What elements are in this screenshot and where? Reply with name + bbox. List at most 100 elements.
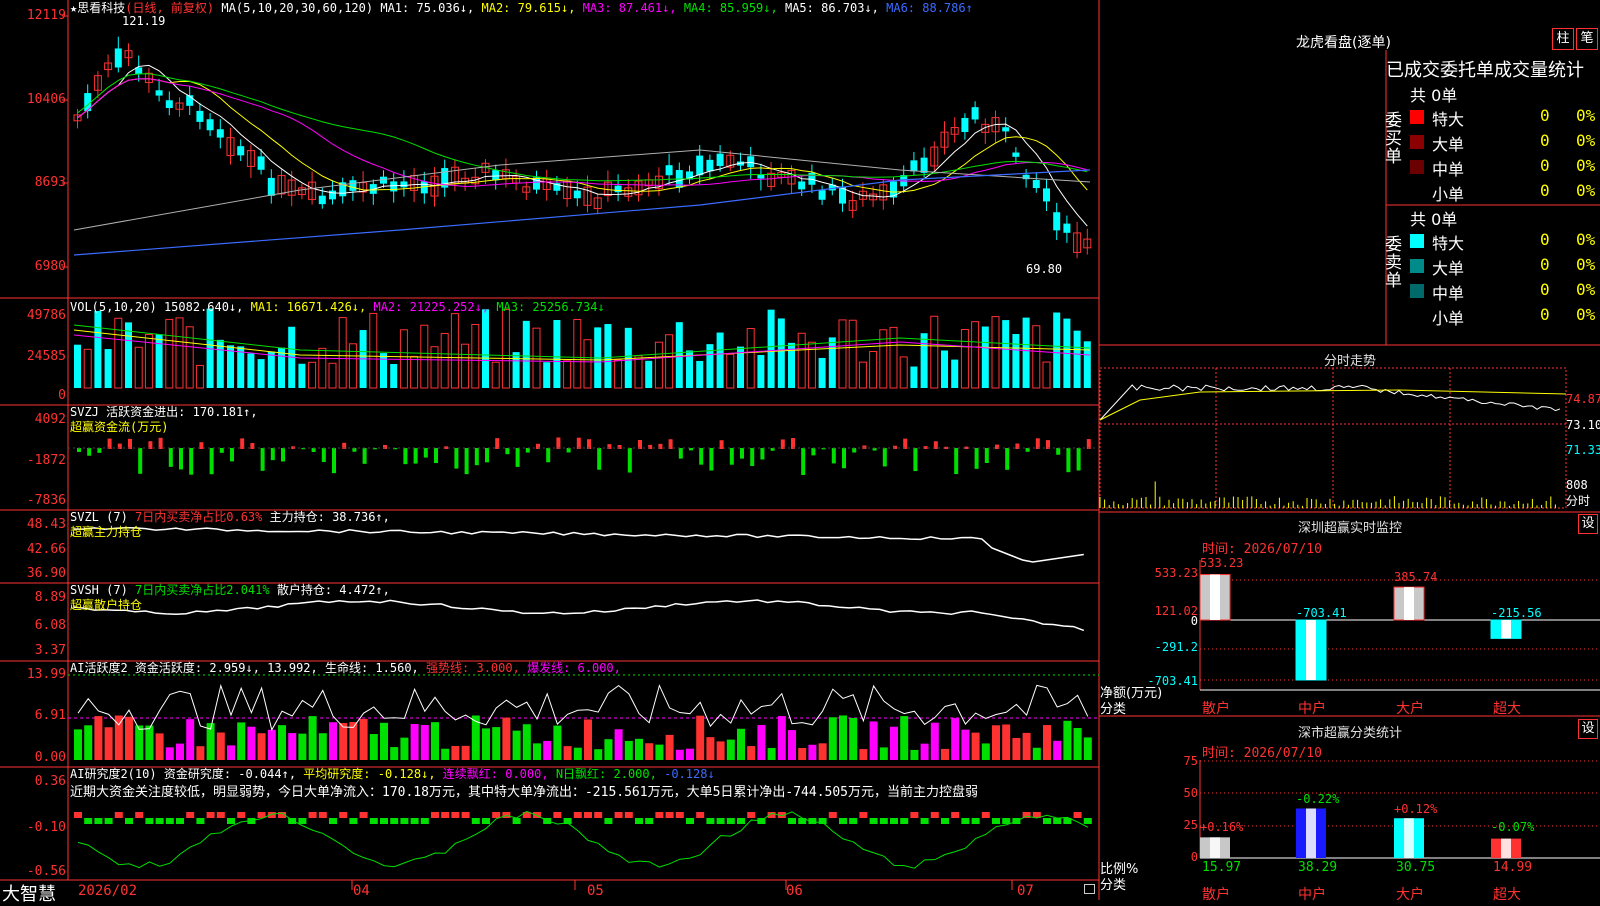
ai1-bar: [431, 722, 439, 760]
candle-body-down: [257, 156, 265, 170]
sz-value-4: -215.56: [1491, 606, 1542, 620]
ai1-bar: [308, 716, 317, 760]
cls-tick-1: 75: [1183, 754, 1198, 768]
ai2-bar: [869, 818, 878, 824]
ai2-bar: [849, 818, 858, 824]
vol-bar-up: [450, 313, 459, 389]
candle-body-down: [1063, 223, 1071, 233]
ai2-nred: N日飘红: 2.000,: [555, 767, 657, 781]
date-label-1: 2026/02: [78, 883, 138, 899]
vol-tick-3: 0: [58, 388, 66, 403]
vol-bar-up: [410, 355, 419, 389]
vol-header: VOL(5,10,20) 15082.640↓, MA1: 16671.426↓…: [70, 300, 605, 314]
svzj-bar: [189, 448, 194, 475]
vol-bar-down: [390, 364, 398, 388]
ai1-bar: [369, 734, 378, 760]
svzj-bar: [403, 448, 408, 465]
svzj-bar: [546, 448, 551, 463]
ai2-avg: 平均研究度: -0.128↓,: [303, 767, 436, 781]
vol-bar-up: [1042, 361, 1051, 389]
cls-category-3: 大户: [1396, 887, 1424, 903]
ai1-bar: [655, 744, 664, 760]
intraday-tick-1: 74.87: [1566, 392, 1600, 406]
ai2-bar: [930, 812, 939, 818]
brand-logo[interactable]: 大智慧: [2, 880, 56, 906]
vol-bar-down: [298, 363, 306, 388]
ai2-bar: [135, 812, 144, 818]
ai2-bar: [359, 812, 368, 818]
vol-bar-up: [165, 318, 174, 389]
cls-change-1: +0.16%: [1200, 820, 1244, 834]
ai1-bar: [890, 726, 898, 760]
vol-bar-up: [430, 346, 439, 389]
cls-change-3: +0.12%: [1394, 802, 1438, 816]
svzj-bar: [107, 438, 112, 449]
ai2-bar: [910, 812, 919, 818]
ai1-bar: [737, 728, 745, 760]
ai2-bar: [94, 818, 103, 824]
svzj-bar: [1025, 448, 1030, 452]
candle-body-down: [798, 181, 806, 190]
buy-name-4: 小单: [1432, 185, 1465, 204]
vol-bar-up: [195, 364, 204, 389]
ai2-bar: [624, 812, 633, 818]
ai2-bar: [941, 818, 949, 824]
sell-swatch-2: [1410, 259, 1424, 273]
ai1-bar: [879, 747, 888, 760]
ai1-bar: [288, 733, 297, 760]
ai2-bar: [441, 812, 450, 818]
intraday-label: 分时: [1566, 494, 1591, 508]
ai1-bar: [267, 729, 276, 760]
svzl-header: SVZL (7) 7日内买卖净占比0.63% 主力持仓: 38.736↑,: [70, 510, 390, 524]
svzj-bar: [1005, 448, 1010, 470]
svzj-label: SVZJ: [70, 405, 99, 419]
svzj-bar: [801, 448, 806, 476]
main-chart-canvas[interactable]: [0, 0, 1600, 900]
vol-bar-down: [482, 309, 489, 388]
ai1-tick-1: 13.99: [26, 667, 66, 682]
svsh-tick-3: 3.37: [34, 643, 66, 658]
svzj-bar: [893, 445, 897, 449]
ai2-tick-2: -0.10: [26, 820, 66, 835]
buy-name-2: 大单: [1432, 135, 1465, 154]
candle-body-down: [716, 153, 724, 166]
cls-category-2: 中户: [1298, 887, 1326, 903]
svzj-bar: [97, 448, 102, 453]
sell-count-1: 0: [1540, 230, 1550, 249]
svzj-bar: [699, 448, 704, 465]
cls-value-3: 30.75: [1396, 860, 1436, 875]
tab-bar-view[interactable]: 柱: [1552, 28, 1574, 50]
vol-bar-down: [74, 344, 81, 388]
cls-tick-4: 0: [1190, 850, 1198, 864]
ai2-bar: [186, 812, 195, 818]
cls-settings-button[interactable]: 设: [1578, 719, 1598, 739]
vol-bar-up: [654, 341, 663, 389]
svzj-bar: [842, 448, 846, 469]
ma6-value: MA6: 88.786↑: [886, 1, 973, 15]
ai1-bar: [1063, 720, 1072, 760]
tab-tick-view[interactable]: 笔: [1576, 28, 1598, 50]
svsh-tick-1: 8.89: [34, 590, 66, 605]
ai1-bar: [747, 746, 756, 760]
period-label[interactable]: (日线, 前复权): [125, 1, 214, 15]
ai2-bar: [920, 818, 929, 824]
svzj-bar: [627, 448, 632, 473]
sz-settings-button[interactable]: 设: [1578, 514, 1598, 534]
stock-name[interactable]: 思看科技: [77, 1, 125, 15]
vol-bar-down: [94, 311, 102, 388]
ma3-value: MA3: 87.461↓,: [582, 1, 677, 15]
ai2-bar: [992, 818, 1000, 824]
vol-bar-up: [491, 361, 500, 389]
candle-body-down: [910, 160, 918, 172]
price-tick-4: 6980: [34, 259, 66, 274]
ai1-bar: [696, 715, 705, 760]
ai1-bar: [257, 733, 266, 760]
ai1-bar: [543, 740, 552, 760]
candle-body-down: [318, 195, 326, 205]
ai1-bar: [165, 747, 174, 760]
low-price-marker: 69.80: [1026, 262, 1063, 276]
lock-icon[interactable]: [1084, 884, 1095, 894]
intraday-title[interactable]: 分时走势: [1100, 350, 1600, 369]
svzj-bar: [882, 448, 887, 467]
svsh-header: SVSH (7) 7日内买卖净占比2.041% 散户持仓: 4.472↑,: [70, 583, 390, 597]
